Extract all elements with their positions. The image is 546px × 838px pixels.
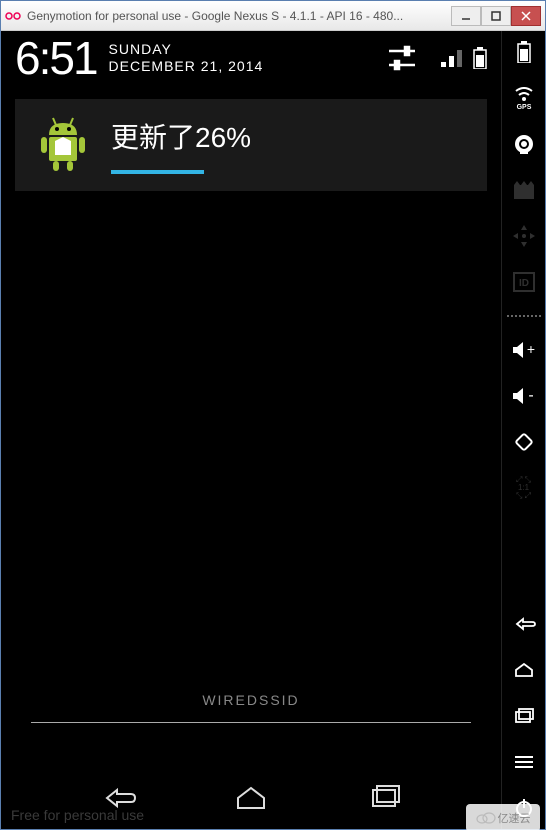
- tb-gps-icon[interactable]: GPS: [511, 85, 537, 111]
- shade-handle[interactable]: [31, 722, 471, 723]
- tb-id-icon[interactable]: ID: [511, 269, 537, 295]
- side-toolbar: GPS ID + - ⤢ ⤡1:1⤡ ⤢: [501, 31, 545, 829]
- window-controls: [451, 6, 541, 26]
- window-frame: Genymotion for personal use - Google Nex…: [0, 0, 546, 830]
- tb-recent-icon[interactable]: [511, 703, 537, 729]
- day-label: SUNDAY: [109, 41, 264, 58]
- svg-text:ID: ID: [519, 278, 529, 289]
- tb-screencast-icon[interactable]: [511, 177, 537, 203]
- titlebar[interactable]: Genymotion for personal use - Google Nex…: [1, 1, 545, 31]
- nav-recent-button[interactable]: [354, 782, 414, 814]
- tb-rotate-icon[interactable]: [511, 429, 537, 455]
- notification-title: 更新了26%: [111, 116, 469, 156]
- close-button[interactable]: [511, 6, 541, 26]
- date-label: DECEMBER 21, 2014: [109, 58, 264, 75]
- tb-separator: [507, 315, 541, 317]
- tb-camera-icon[interactable]: [511, 131, 537, 157]
- settings-sliders-icon[interactable]: [385, 41, 419, 75]
- tb-scale-icon[interactable]: ⤢ ⤡1:1⤡ ⤢: [511, 475, 537, 501]
- watermark-text: Free for personal use: [11, 807, 144, 823]
- progress-fill: [111, 170, 204, 174]
- maximize-button[interactable]: [481, 6, 511, 26]
- minimize-button[interactable]: [451, 6, 481, 26]
- date-block: SUNDAY DECEMBER 21, 2014: [109, 41, 264, 75]
- tb-battery-icon[interactable]: [511, 39, 537, 65]
- clock: 6:51: [15, 35, 97, 81]
- device-area: 6:51 SUNDAY DECEMBER 21, 2014: [1, 31, 501, 829]
- notification-body: 更新了26%: [111, 116, 469, 174]
- nav-home-button[interactable]: [221, 782, 281, 814]
- tb-back-icon[interactable]: [511, 611, 537, 637]
- content: 6:51 SUNDAY DECEMBER 21, 2014: [1, 31, 545, 829]
- tb-volume-up-icon[interactable]: +: [511, 337, 537, 363]
- ssid-label: WIREDSSID: [1, 692, 501, 708]
- progress-bar: [111, 170, 469, 174]
- svg-text:+: +: [526, 341, 534, 357]
- svg-text:-: -: [528, 387, 533, 404]
- logo-watermark: 亿速云: [466, 804, 540, 832]
- android-robot-icon: [33, 115, 93, 175]
- signal-icon: [439, 46, 463, 70]
- device-screen[interactable]: 6:51 SUNDAY DECEMBER 21, 2014: [1, 31, 501, 829]
- bottom-shelf: WIREDSSID Free for personal use: [1, 692, 501, 829]
- app-icon: [5, 8, 21, 24]
- svg-text:GPS: GPS: [516, 104, 531, 109]
- tb-menu-icon[interactable]: [511, 749, 537, 775]
- tb-volume-down-icon[interactable]: -: [511, 383, 537, 409]
- battery-icon: [473, 47, 487, 69]
- notification-card[interactable]: 更新了26%: [15, 99, 487, 191]
- window-title: Genymotion for personal use - Google Nex…: [27, 9, 451, 23]
- logo-text: 亿速云: [498, 810, 531, 826]
- tb-home-icon[interactable]: [511, 657, 537, 683]
- tb-dpad-icon[interactable]: [511, 223, 537, 249]
- notification-shade-header[interactable]: 6:51 SUNDAY DECEMBER 21, 2014: [1, 31, 501, 89]
